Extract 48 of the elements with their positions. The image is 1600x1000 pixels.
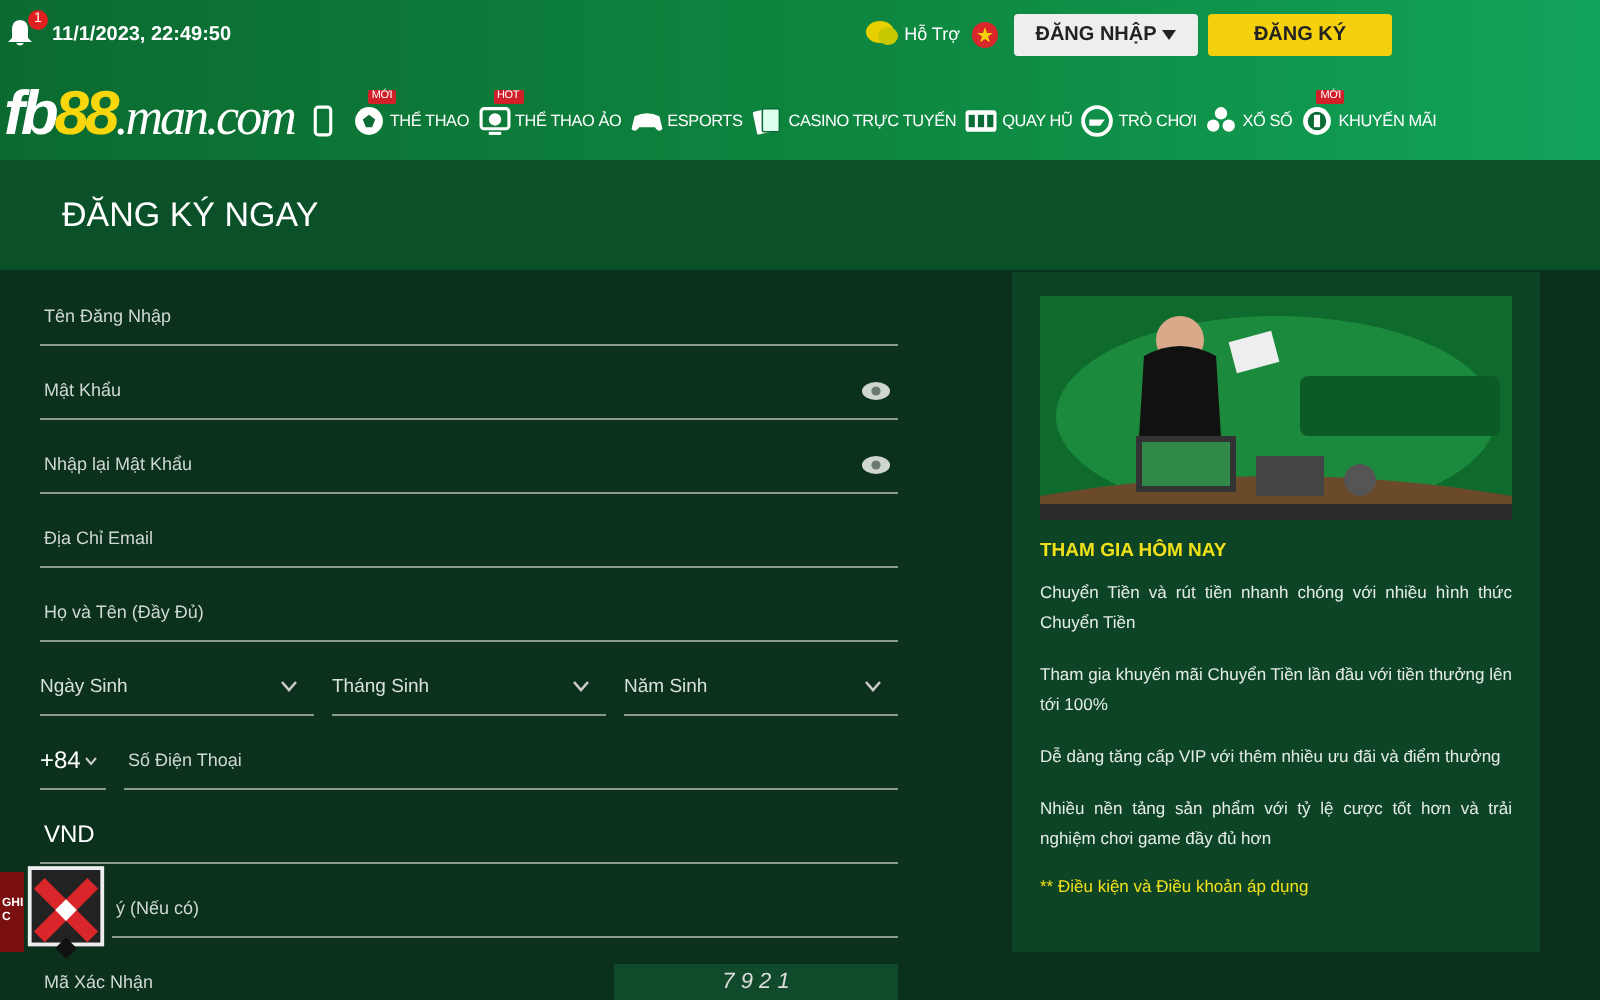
dropdown[interactable]: Ngày Sinh	[40, 658, 314, 716]
password-field[interactable]: Mật Khẩu	[40, 362, 862, 418]
flag-icon[interactable]	[972, 21, 998, 47]
balls-icon	[1204, 103, 1239, 137]
currency-value: VND	[42, 820, 95, 848]
bell-icon[interactable]	[8, 18, 32, 46]
dropdown[interactable]: Năm Sinh	[624, 658, 898, 716]
nav-link[interactable]: TRÒ CHƠI	[1080, 91, 1197, 137]
clock-text: 11/1/2023, 22:49:50	[52, 23, 232, 45]
nav-link[interactable]: ESPORTS	[629, 91, 743, 137]
nav-link[interactable]: XỔ SỐ	[1204, 91, 1293, 137]
site-logo[interactable]: fb88.man.com	[4, 78, 294, 150]
register-button[interactable]: ĐĂNG KÝ	[1208, 13, 1392, 55]
text-field[interactable]: ý (Nếu có)	[112, 880, 898, 936]
coin-icon	[1300, 103, 1335, 137]
circle-icon	[1080, 103, 1115, 137]
promo-text: Dễ dàng tăng cấp VIP với thêm nhiều ưu đãi và điểm thưởng	[1040, 744, 1503, 770]
phone-field[interactable]: Số Điện Thoại	[124, 732, 898, 788]
soccer-ball-icon	[351, 103, 386, 137]
emblem-icon[interactable]	[24, 864, 108, 960]
terms-note: ** Điều kiện và Điều khoản áp dụng	[1040, 876, 1311, 896]
page-title: ĐĂNG KÝ NGAY	[62, 195, 319, 235]
captcha-code: 7 9 2 1	[614, 964, 898, 1000]
country-code-dropdown[interactable]: +84	[40, 732, 106, 790]
monitor-icon	[477, 103, 511, 137]
captcha-field[interactable]: Mã Xác Nhận	[40, 964, 596, 1000]
promo-text: Tham gia khuyến mãi Chuyển Tiền lần đầu với tiền thưởng lên tới 100%	[1040, 662, 1512, 718]
chat-icon[interactable]	[866, 20, 899, 48]
chevron-icon	[572, 680, 590, 692]
support-link[interactable]: Hỗ Trợ	[904, 24, 960, 44]
chevron-icon	[84, 755, 99, 765]
eye-icon[interactable]	[862, 381, 890, 399]
cards-icon	[750, 103, 785, 137]
chevron-icon	[864, 680, 882, 692]
caret-icon	[1162, 29, 1177, 39]
login-button[interactable]: ĐĂNG NHẬP	[1014, 13, 1198, 55]
text-field[interactable]: Họ và Tên (Đầy Đủ)	[40, 584, 898, 640]
promo-heading: THAM GIA HÔM NAY	[1040, 540, 1229, 562]
text-field[interactable]: Tên Đăng Nhập	[40, 288, 898, 344]
text-field[interactable]: Địa Chỉ Email	[40, 510, 898, 566]
dropdown[interactable]: Tháng Sinh	[332, 658, 606, 716]
nav-link[interactable]: CASINO TRỰC TUYẾN	[750, 91, 957, 137]
chevron-icon	[280, 680, 298, 692]
promo-text: Nhiều nền tảng sản phẩm với tỷ lệ cược tốt hơn và trải nghiệm chơi game đầy đủ hơn	[1040, 796, 1512, 852]
nav-link[interactable]: QUAY HŨ	[964, 91, 1073, 137]
password-field[interactable]: Nhập lại Mật Khẩu	[40, 436, 862, 492]
promo-text: Chuyển Tiền và rút tiền nhanh chóng với nhiều hình thức Chuyển Tiền	[1040, 580, 1512, 636]
eye-icon[interactable]	[862, 455, 890, 473]
